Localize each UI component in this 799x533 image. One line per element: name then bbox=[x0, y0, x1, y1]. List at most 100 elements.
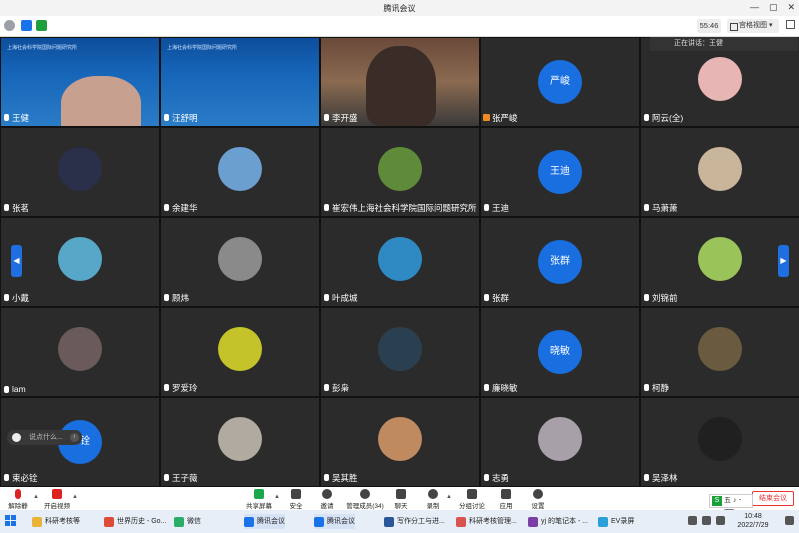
chat-input[interactable]: 说点什么... ‹ bbox=[7, 430, 82, 445]
participant-tile[interactable]: 小戴 bbox=[1, 218, 159, 306]
participant-tile[interactable]: 王迪 王迪 bbox=[481, 128, 639, 216]
participant-tile[interactable]: 阿云(全) bbox=[641, 38, 799, 126]
participant-tile[interactable]: 张群 张群 bbox=[481, 218, 639, 306]
participant-video bbox=[366, 46, 436, 126]
taskbar-item-label: 科研考核管理... bbox=[469, 518, 517, 525]
taskbar-item[interactable]: 腾讯会议 bbox=[244, 514, 285, 529]
avatar bbox=[698, 57, 742, 101]
avatar bbox=[218, 147, 262, 191]
prev-page-arrow[interactable]: ◀ bbox=[11, 245, 22, 277]
taskbar-item[interactable]: EV录屏 bbox=[598, 514, 634, 529]
close-icon[interactable]: ✕ bbox=[787, 2, 795, 13]
participant-tile[interactable]: 余建华 bbox=[161, 128, 319, 216]
maximize-icon[interactable]: ▢ bbox=[769, 2, 778, 13]
next-page-arrow[interactable]: ▶ bbox=[778, 245, 789, 277]
taskbar-item[interactable]: 写作分工与进... bbox=[384, 514, 445, 529]
taskbar-item[interactable]: 科研考核管理... bbox=[456, 514, 517, 529]
participant-tile[interactable]: 崔宏伟上海社会科学院国际问题研究所 bbox=[321, 128, 479, 216]
taskbar-item-label: yj 的笔记本 - ... bbox=[541, 518, 589, 525]
grid-view-label: 宫格视图 bbox=[739, 22, 767, 29]
avatar bbox=[58, 237, 102, 281]
taskbar-item[interactable]: 微信 bbox=[174, 514, 201, 529]
participant-tile[interactable]: 上海社会科学院国际问题研究所 汪舒明 bbox=[161, 38, 319, 126]
participant-tile[interactable]: 彭枭 bbox=[321, 308, 479, 396]
record-label: 录制 bbox=[426, 503, 440, 510]
taskbar-item-label: 腾讯会议 bbox=[327, 518, 355, 525]
avatar: 严峻 bbox=[538, 60, 582, 104]
participant-tile[interactable]: 叶成城 bbox=[321, 218, 479, 306]
taskbar-item[interactable]: yj 的笔记本 - ... bbox=[528, 514, 588, 529]
chevron-up-icon[interactable]: ▲ bbox=[274, 494, 280, 500]
notification-icon[interactable] bbox=[785, 516, 794, 525]
participant-video bbox=[61, 76, 141, 126]
chevron-up-icon[interactable]: ▲ bbox=[33, 494, 39, 500]
chat-label: 聊天 bbox=[394, 503, 408, 510]
network-icon[interactable] bbox=[702, 516, 711, 525]
ime-toolbar[interactable]: S 五 ♪ ･ ⌨ bbox=[709, 494, 753, 516]
breakout-button[interactable]: 分组讨论 bbox=[459, 489, 485, 510]
taskbar-item[interactable]: 科研考核等 bbox=[32, 514, 80, 529]
participant-grid: 上海社会科学院国际问题研究所 王健 上海社会科学院国际问题研究所 汪舒明 李开盛 严峻张严… bbox=[0, 37, 799, 487]
participant-name: 张严峻 bbox=[483, 112, 518, 124]
participant-tile[interactable]: 晓敏 廉晓敏 bbox=[481, 308, 639, 396]
manage-members-button[interactable]: 管理成员(34) bbox=[346, 489, 384, 510]
taskbar-item[interactable]: 腾讯会议 bbox=[314, 514, 355, 529]
participant-tile[interactable]: lam bbox=[1, 308, 159, 396]
minimize-icon[interactable]: — bbox=[750, 2, 759, 13]
grid-view-button[interactable]: 宫格视图 ▾ bbox=[727, 19, 779, 33]
avatar bbox=[698, 327, 742, 371]
avatar bbox=[58, 147, 102, 191]
participant-tile[interactable]: 上海社会科学院国际问题研究所 王健 bbox=[1, 38, 159, 126]
chevron-up-icon[interactable]: ▲ bbox=[72, 494, 78, 500]
participant-tile[interactable]: 王子薇 bbox=[161, 398, 319, 486]
institute-banner: 上海社会科学院国际问题研究所 bbox=[7, 45, 78, 51]
participant-tile[interactable]: 吴其胜 bbox=[321, 398, 479, 486]
participant-tile[interactable]: 张茗 bbox=[1, 128, 159, 216]
end-meeting-button[interactable]: 结束会议 bbox=[752, 491, 794, 506]
chat-icon bbox=[396, 489, 406, 499]
windows-start-icon[interactable] bbox=[5, 515, 17, 527]
participant-name: 小戴 bbox=[4, 292, 29, 304]
participant-tile[interactable]: 马萧萧 bbox=[641, 128, 799, 216]
volume-icon[interactable] bbox=[716, 516, 725, 525]
breakout-icon bbox=[467, 489, 477, 499]
chat-button[interactable]: 聊天 bbox=[393, 489, 409, 510]
avatar bbox=[378, 417, 422, 461]
window-title: 腾讯会议 bbox=[383, 4, 416, 13]
share-screen-button[interactable]: 共享屏幕 bbox=[246, 489, 272, 510]
participant-tile[interactable]: 顾炜 bbox=[161, 218, 319, 306]
taskbar-item-label: 腾讯会议 bbox=[257, 518, 285, 525]
emoji-icon[interactable] bbox=[12, 433, 21, 442]
chevron-up-icon[interactable]: ▲ bbox=[446, 494, 452, 500]
tray-icon[interactable] bbox=[688, 516, 697, 525]
title-bar: 腾讯会议 — ▢ ✕ bbox=[0, 0, 799, 16]
signal-icon[interactable] bbox=[36, 20, 47, 31]
shield-icon[interactable] bbox=[21, 20, 32, 31]
participant-name: 吴泽林 bbox=[644, 472, 678, 484]
participant-name: 彭枭 bbox=[324, 382, 349, 394]
invite-button[interactable]: 邀请 bbox=[318, 489, 336, 510]
fullscreen-icon[interactable] bbox=[786, 20, 795, 29]
settings-button[interactable]: 设置 bbox=[530, 489, 546, 510]
apps-button[interactable]: 应用 bbox=[498, 489, 514, 510]
info-icon[interactable] bbox=[4, 20, 15, 31]
taskbar-item[interactable]: 世界历史 - Go... bbox=[104, 514, 166, 529]
record-button[interactable]: 录制 bbox=[425, 489, 441, 510]
participant-tile[interactable]: 严峻张严峻 bbox=[481, 38, 639, 126]
system-clock[interactable]: 10:48 2022/7/29 bbox=[727, 512, 779, 530]
participant-tile[interactable]: 李开盛 bbox=[321, 38, 479, 126]
participant-name: 刘锦前 bbox=[644, 292, 678, 304]
taskbar-item-label: 微信 bbox=[187, 518, 201, 525]
participant-name: 李开盛 bbox=[324, 112, 358, 124]
participant-tile[interactable]: 柯静 bbox=[641, 308, 799, 396]
chevron-left-icon[interactable]: ‹ bbox=[70, 433, 79, 442]
start-video-button[interactable]: 开启视频 bbox=[44, 489, 70, 510]
participant-tile[interactable]: 吴泽林 bbox=[641, 398, 799, 486]
invite-label: 邀请 bbox=[320, 503, 334, 510]
participant-tile[interactable]: 刘锦前 bbox=[641, 218, 799, 306]
participant-name: 罗爱玲 bbox=[164, 382, 198, 394]
participant-tile[interactable]: 罗爱玲 bbox=[161, 308, 319, 396]
participant-tile[interactable]: 志勇 bbox=[481, 398, 639, 486]
clock-time: 10:48 bbox=[744, 513, 762, 520]
security-button[interactable]: 安全 bbox=[288, 489, 304, 510]
